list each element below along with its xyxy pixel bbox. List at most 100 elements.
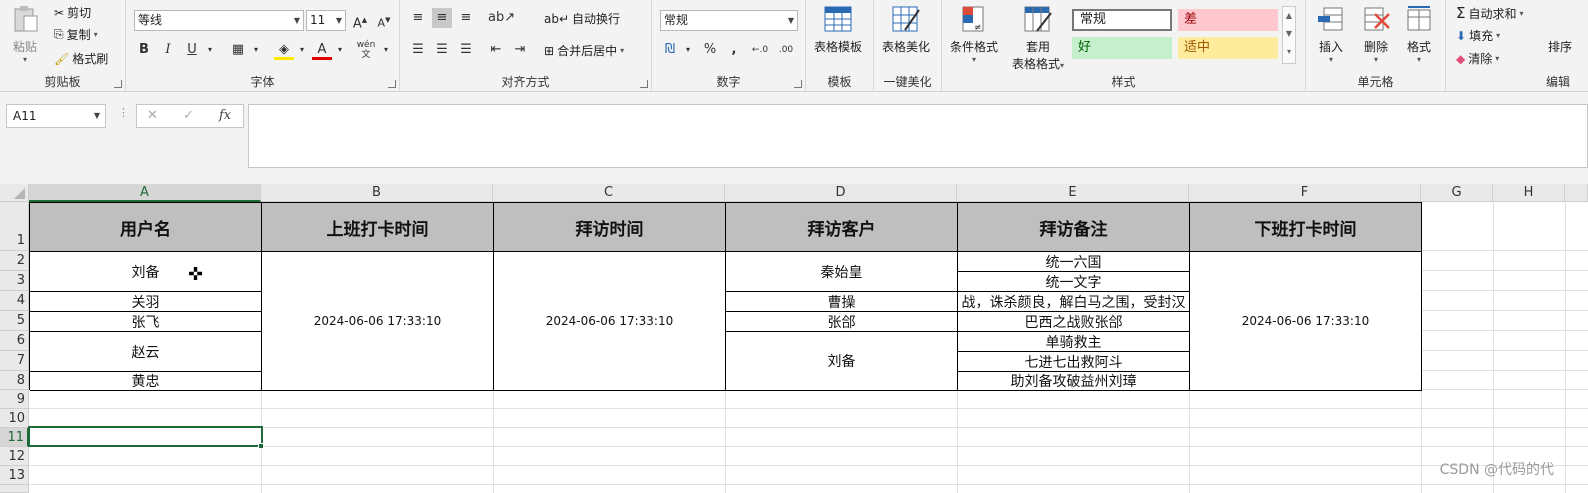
note-cell[interactable]: 统一六国 xyxy=(958,252,1190,272)
checkin-cell[interactable]: 2024-06-06 17:33:10 xyxy=(262,252,494,391)
format-painter-button[interactable]: 🖌 格式刷 xyxy=(54,50,108,67)
row-header-2[interactable]: 2 xyxy=(0,251,29,271)
comma-button[interactable]: , xyxy=(724,40,744,60)
style-normal[interactable]: 常规 xyxy=(1072,9,1172,31)
fill-button[interactable]: ⬇ 填充 ▾ xyxy=(1456,27,1500,44)
underline-button[interactable]: U xyxy=(182,40,202,60)
client-cell[interactable]: 刘备 xyxy=(726,332,958,391)
row-header-3[interactable]: 3 xyxy=(0,271,29,291)
align-left-icon[interactable]: ☰ xyxy=(408,40,428,60)
table-beautify-button[interactable]: 表格美化 xyxy=(882,4,930,55)
note-cell[interactable]: 七进七出救阿斗 xyxy=(958,352,1190,372)
cancel-icon[interactable]: ✕ xyxy=(147,108,158,123)
italic-button[interactable]: I xyxy=(158,40,178,60)
row-header-11[interactable]: 11 xyxy=(0,428,29,447)
delete-button[interactable]: 删除 ▾ xyxy=(1361,4,1391,64)
client-cell[interactable]: 曹操 xyxy=(726,292,958,312)
client-cell[interactable]: 张郃 xyxy=(726,312,958,332)
user-cell[interactable]: 关羽 xyxy=(30,292,262,312)
column-header-g[interactable]: G xyxy=(1421,184,1493,202)
user-cell[interactable]: 刘备 xyxy=(30,252,262,292)
row-header-7[interactable]: 7 xyxy=(0,351,29,371)
header-cell[interactable]: 拜访备注 xyxy=(958,203,1190,252)
row-header-8[interactable]: 8 xyxy=(0,371,29,390)
styles-scroll[interactable]: ▲ ▼ ▾ xyxy=(1282,6,1296,64)
note-cell[interactable]: 单骑救主 xyxy=(958,332,1190,352)
align-top-icon[interactable]: ≡ xyxy=(408,8,428,28)
merge-center-button[interactable]: ⊞ 合并后居中 ▾ xyxy=(544,42,624,59)
font-color-icon[interactable]: A xyxy=(312,40,332,60)
row-header-10[interactable]: 10 xyxy=(0,409,29,428)
row-header-9[interactable]: 9 xyxy=(0,390,29,409)
conditional-format-button[interactable]: ≠ 条件格式 ▾ xyxy=(950,4,998,64)
fill-color-icon[interactable]: ◈ xyxy=(274,40,294,60)
column-header-c[interactable]: C xyxy=(493,184,725,202)
column-header-b[interactable]: B xyxy=(261,184,493,202)
increase-indent-icon[interactable]: ⇥ xyxy=(510,40,530,60)
increase-font-button[interactable]: A▲ xyxy=(350,10,370,31)
formula-bar-grip-icon[interactable]: ⋮ xyxy=(118,106,129,119)
decrease-decimal-icon[interactable]: .00 xyxy=(776,40,796,60)
insert-function-icon[interactable]: fx xyxy=(219,108,231,123)
number-format-select[interactable]: 常规 ▼ xyxy=(660,10,798,31)
font-name-select[interactable]: 等线 ▼ xyxy=(134,10,304,31)
format-as-table-button[interactable]: 套用 表格格式▾ xyxy=(1012,4,1064,72)
font-size-select[interactable]: 11 ▼ xyxy=(306,10,346,31)
clipboard-launcher-icon[interactable] xyxy=(114,80,122,88)
visit-time-cell[interactable]: 2024-06-06 17:33:10 xyxy=(494,252,726,391)
orientation-icon[interactable]: ab↗ xyxy=(488,8,515,28)
autosum-button[interactable]: Σ 自动求和 ▾ xyxy=(1456,4,1524,22)
align-center-icon[interactable]: ☰ xyxy=(432,40,452,60)
select-all-corner[interactable] xyxy=(0,184,29,202)
user-cell[interactable]: 赵云 xyxy=(30,332,262,372)
column-header-d[interactable]: D xyxy=(725,184,957,202)
formula-input[interactable] xyxy=(248,104,1588,168)
number-launcher-icon[interactable] xyxy=(794,80,802,88)
row-header-14[interactable] xyxy=(0,485,29,493)
note-cell[interactable]: 助刘备攻破益州刘璋 xyxy=(958,372,1190,391)
fill-handle[interactable] xyxy=(258,443,264,449)
align-middle-icon[interactable]: ≡ xyxy=(432,8,452,28)
decrease-indent-icon[interactable]: ⇤ xyxy=(486,40,506,60)
font-launcher-icon[interactable] xyxy=(388,80,396,88)
paste-button[interactable]: 粘贴 ▾ xyxy=(10,4,40,64)
column-header-h[interactable]: H xyxy=(1493,184,1565,202)
name-box[interactable]: A11 ▼ xyxy=(6,104,106,128)
increase-decimal-icon[interactable]: ←.0 xyxy=(750,40,770,60)
row-header-4[interactable]: 4 xyxy=(0,291,29,311)
note-cell[interactable]: 战，诛杀颜良，解白马之围，受封汉 xyxy=(958,292,1190,312)
row-header-1[interactable]: 1 xyxy=(0,202,29,251)
row-header-6[interactable]: 6 xyxy=(0,331,29,351)
align-right-icon[interactable]: ☰ xyxy=(456,40,476,60)
header-cell[interactable]: 拜访时间 xyxy=(494,203,726,252)
table-template-button[interactable]: 表格模板 xyxy=(814,4,862,55)
currency-icon[interactable]: ₪ xyxy=(660,40,680,60)
header-cell[interactable]: 下班打卡时间 xyxy=(1190,203,1422,252)
decrease-font-button[interactable]: A▼ xyxy=(374,10,394,30)
percent-button[interactable]: % xyxy=(700,40,720,60)
active-cell-selection[interactable] xyxy=(28,426,263,447)
client-cell[interactable]: 秦始皇 xyxy=(726,252,958,292)
checkout-cell[interactable]: 2024-06-06 17:33:10 xyxy=(1190,252,1422,391)
chevron-down-icon[interactable]: ▾ xyxy=(246,40,266,60)
user-cell[interactable]: 张飞 xyxy=(30,312,262,332)
phonetic-icon[interactable]: wén 文 xyxy=(356,40,376,60)
chevron-down-icon[interactable]: ▾ xyxy=(678,40,698,60)
column-header-a[interactable]: A xyxy=(29,184,261,202)
bold-button[interactable]: B xyxy=(134,40,154,60)
style-bad[interactable]: 差 xyxy=(1178,9,1278,31)
user-cell[interactable]: 黄忠 xyxy=(30,372,262,391)
copy-button[interactable]: ⎘ 复制 ▾ xyxy=(54,26,98,43)
chevron-down-icon[interactable]: ▾ xyxy=(292,40,312,60)
chevron-down-icon[interactable]: ▾ xyxy=(330,40,350,60)
border-icon[interactable]: ▦ xyxy=(228,40,248,60)
align-bottom-icon[interactable]: ≡ xyxy=(456,8,476,28)
enter-icon[interactable]: ✓ xyxy=(183,108,194,123)
format-button[interactable]: 格式 ▾ xyxy=(1404,4,1434,64)
clear-button[interactable]: ◆ 清除 ▾ xyxy=(1456,50,1499,67)
worksheet[interactable]: A B C D E F G H 1 2 3 4 5 6 7 8 9 10 11 … xyxy=(0,184,1588,493)
header-cell[interactable]: 拜访客户 xyxy=(726,203,958,252)
header-cell[interactable]: 用户名 xyxy=(30,203,262,252)
chevron-down-icon[interactable]: ▾ xyxy=(376,40,396,60)
row-header-13[interactable]: 13 xyxy=(0,466,29,485)
